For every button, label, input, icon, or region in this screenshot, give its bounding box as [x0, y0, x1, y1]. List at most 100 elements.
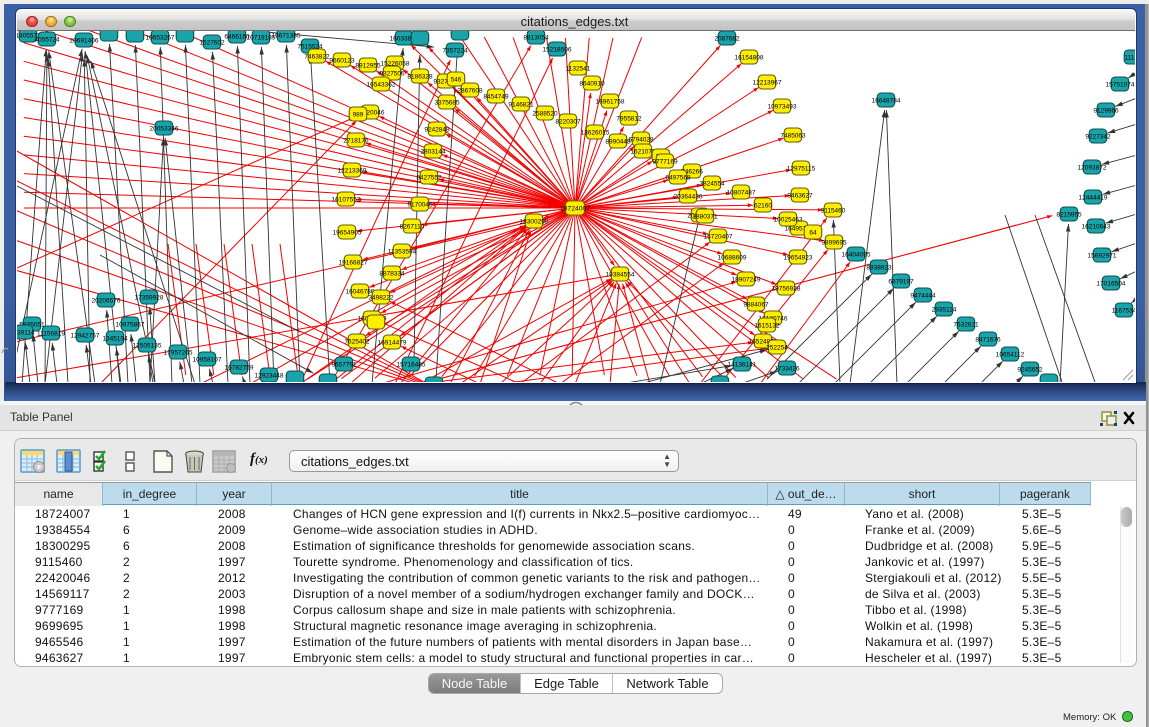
svg-text:9463627: 9463627 [787, 192, 813, 199]
svg-text:19166827: 19166827 [339, 259, 368, 266]
svg-text:7357224: 7357224 [442, 47, 468, 54]
svg-text:10688609: 10688609 [718, 254, 747, 261]
svg-text:16107552: 16107552 [332, 196, 361, 203]
svg-text:8215955: 8215955 [1056, 211, 1082, 218]
svg-text:10807487: 10807487 [727, 189, 756, 196]
svg-text:7632621: 7632621 [953, 321, 979, 328]
svg-text:539114: 539114 [17, 329, 35, 336]
svg-text:9327506: 9327506 [379, 70, 405, 77]
svg-text:1615132: 1615132 [754, 322, 780, 329]
svg-text:17957265: 17957265 [164, 349, 193, 356]
svg-text:19654905: 19654905 [333, 229, 362, 236]
svg-text:7625402: 7625402 [344, 338, 370, 345]
svg-text:9899695: 9899695 [821, 239, 847, 246]
svg-text:989: 989 [353, 111, 364, 118]
svg-text:17359928: 17359928 [135, 294, 164, 301]
svg-text:8990448: 8990448 [605, 138, 631, 145]
svg-text:9660123: 9660123 [329, 57, 355, 64]
svg-text:17016504: 17016504 [1097, 280, 1126, 287]
svg-text:3375685: 3375685 [434, 99, 460, 106]
svg-text:16154808: 16154808 [735, 54, 764, 61]
svg-text:18724007: 18724007 [560, 205, 590, 212]
svg-text:6794028: 6794028 [628, 136, 654, 143]
svg-text:10973493: 10973493 [768, 103, 797, 110]
svg-text:4055724: 4055724 [34, 36, 60, 43]
svg-text:10975867: 10975867 [116, 321, 145, 328]
svg-text:12923448: 12923448 [255, 372, 284, 379]
svg-text:7463822: 7463822 [304, 53, 330, 60]
svg-text:10653267: 10653267 [146, 34, 175, 41]
svg-text:2718176: 2718176 [343, 137, 369, 144]
svg-text:9115460: 9115460 [821, 207, 846, 214]
svg-text:9146821: 9146821 [508, 101, 534, 108]
svg-text:7955812: 7955812 [616, 115, 642, 122]
svg-text:9245652: 9245652 [1017, 366, 1043, 373]
svg-text:8427552: 8427552 [416, 174, 442, 181]
svg-text:10654112: 10654112 [996, 351, 1025, 358]
svg-text:1527602: 1527602 [199, 39, 225, 46]
svg-text:1167534: 1167534 [1112, 307, 1135, 314]
svg-text:8220307: 8220307 [555, 118, 581, 125]
svg-text:1880371: 1880371 [692, 213, 718, 220]
svg-text:9242848: 9242848 [424, 126, 450, 133]
svg-text:8471676: 8471676 [975, 336, 1001, 343]
svg-text:252254: 252254 [766, 344, 788, 351]
svg-text:8878334: 8878334 [379, 270, 405, 277]
svg-text:8938923: 8938923 [866, 264, 892, 271]
svg-text:6879197: 6879197 [888, 278, 914, 285]
svg-text:3498222: 3498222 [368, 294, 394, 301]
svg-text:19384554: 19384554 [606, 271, 635, 278]
svg-text:10025463: 10025463 [774, 216, 803, 223]
svg-text:2588520: 2588520 [532, 110, 558, 117]
svg-text:12505135: 12505135 [133, 342, 162, 349]
svg-text:1132541: 1132541 [566, 65, 591, 72]
svg-text:3824554: 3824554 [699, 180, 725, 187]
svg-text:9777169: 9777169 [652, 158, 678, 165]
svg-text:16961758: 16961758 [596, 98, 625, 105]
svg-text:9227342: 9227342 [1085, 133, 1111, 140]
svg-text:20364436: 20364436 [674, 193, 703, 200]
svg-text:11353594: 11353594 [388, 248, 417, 255]
svg-text:16671385: 16671385 [272, 32, 301, 39]
svg-text:15716485: 15716485 [397, 361, 426, 368]
svg-text:12213369: 12213369 [338, 167, 367, 174]
svg-text:13626015: 13626015 [581, 129, 610, 136]
svg-text:64: 64 [809, 229, 817, 236]
svg-text:18907249: 18907249 [732, 276, 761, 283]
svg-text:11156819: 11156819 [37, 330, 65, 337]
svg-text:8267110: 8267110 [400, 223, 425, 230]
svg-text:7485063: 7485063 [780, 132, 806, 139]
svg-text:16210643: 16210643 [1082, 223, 1111, 230]
svg-text:12975115: 12975115 [787, 165, 816, 172]
svg-text:8454749: 8454749 [483, 93, 509, 100]
svg-text:12093872: 12093872 [1078, 164, 1107, 171]
svg-text:16648784: 16648784 [872, 97, 901, 104]
svg-text:1345194: 1345194 [102, 335, 128, 342]
svg-text:9170046: 9170046 [407, 201, 433, 208]
svg-text:12942757: 12942757 [71, 332, 100, 339]
svg-text:12213967: 12213967 [753, 79, 782, 86]
svg-text:6497568: 6497568 [665, 174, 691, 181]
svg-text:16543362: 16543362 [367, 81, 396, 88]
svg-text:19654923: 19654923 [784, 254, 813, 261]
svg-text:20053346: 20053346 [150, 125, 179, 132]
svg-text:15218506: 15218506 [543, 46, 572, 53]
svg-text:15692971: 15692971 [1088, 252, 1117, 259]
svg-text:8640910: 8640910 [579, 80, 605, 87]
svg-text:8813054: 8813054 [523, 34, 549, 41]
svg-text:10958107: 10958107 [193, 356, 222, 363]
svg-text:9474444: 9474444 [910, 292, 936, 299]
svg-text:18300295: 18300295 [520, 218, 549, 225]
svg-text:11127: 11127 [1124, 54, 1135, 61]
svg-text:2803144: 2803144 [420, 148, 446, 155]
svg-text:2867608: 2867608 [457, 87, 483, 94]
svg-text:20691406: 20691406 [70, 37, 99, 44]
svg-text:12444419: 12444419 [1079, 194, 1108, 201]
svg-text:14136141: 14136141 [728, 361, 757, 368]
svg-text:1733426: 1733426 [774, 365, 800, 372]
svg-text:9884067: 9884067 [743, 301, 769, 308]
svg-text:16914479: 16914479 [378, 339, 407, 346]
svg-text:546: 546 [451, 76, 462, 83]
svg-text:19756928: 19756928 [772, 285, 801, 292]
svg-text:15751074: 15751074 [1106, 81, 1135, 88]
